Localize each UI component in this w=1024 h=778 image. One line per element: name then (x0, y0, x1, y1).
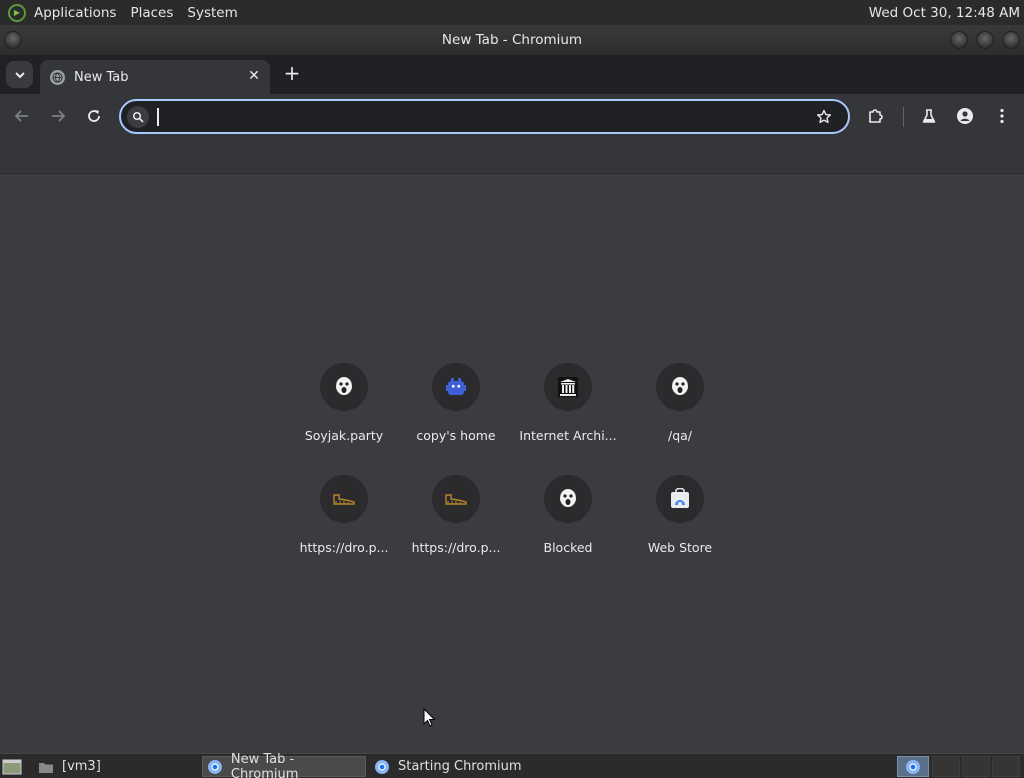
shoe-icon (432, 475, 480, 523)
taskbar-item-label: [vm3] (62, 759, 101, 774)
distro-logo-icon[interactable]: ▶ (8, 3, 26, 22)
labs-button[interactable] (917, 104, 941, 128)
bottom-taskbar: [vm3] New Tab - Chromium Starting Chromi… (0, 752, 1024, 778)
new-tab-button[interactable]: + (281, 61, 303, 85)
back-button[interactable] (10, 104, 34, 128)
taskbar-item-label: Starting Chromium (398, 759, 522, 774)
kebab-menu-icon (1000, 108, 1004, 124)
window-titlebar[interactable]: New Tab - Chromium (0, 25, 1024, 55)
forward-button[interactable] (46, 104, 70, 128)
taskbar-item-label: New Tab - Chromium (230, 751, 299, 778)
taskbar-item-starting-chromium[interactable]: Starting Chromium (372, 756, 532, 777)
soyjak-face-icon (656, 363, 704, 411)
chromium-icon (375, 759, 389, 774)
workspace-2-button[interactable] (932, 756, 960, 777)
arrow-left-icon (14, 110, 28, 122)
applications-menu[interactable]: Applications (34, 5, 116, 21)
shortcut-tile[interactable]: https://dro.p... (288, 472, 400, 584)
desktop-icon (2, 759, 22, 774)
reload-icon (88, 110, 100, 122)
taskbar-item-vm3[interactable]: [vm3] (38, 756, 198, 777)
show-desktop-button[interactable] (2, 756, 24, 777)
person-icon (957, 108, 973, 124)
puzzle-piece-icon (869, 109, 883, 123)
workspace-3-button[interactable] (962, 756, 990, 777)
shortcut-tile[interactable]: copy's home (400, 360, 512, 472)
search-icon (127, 106, 149, 128)
bookmark-star-icon[interactable] (814, 107, 834, 127)
shortcut-tile[interactable]: Web Store (624, 472, 736, 584)
chromium-icon (906, 759, 920, 774)
archive-building-icon (544, 363, 592, 411)
bookmarks-bar (0, 140, 1024, 174)
shortcut-label: Blocked (543, 540, 593, 555)
shortcut-label: Internet Archi... (519, 428, 617, 443)
arrow-right-icon (52, 110, 66, 122)
chromium-icon (207, 759, 222, 774)
shortcut-tile[interactable]: /qa/ (624, 360, 736, 472)
browser-toolbar (0, 94, 1024, 140)
close-window-button[interactable] (1002, 31, 1020, 49)
minimize-button[interactable] (950, 31, 968, 49)
tab-strip: New Tab ✕ + (0, 55, 1024, 94)
shortcut-grid: Soyjak.party copy's home Internet Archi.… (288, 360, 736, 584)
reload-button[interactable] (82, 104, 106, 128)
shoe-icon (320, 475, 368, 523)
chevron-down-icon (14, 71, 25, 78)
flask-icon (922, 109, 936, 123)
shortcut-tile[interactable]: Blocked (512, 472, 624, 584)
window-menu-button[interactable] (4, 31, 22, 49)
shortcut-label: https://dro.p... (411, 540, 501, 555)
maximize-button[interactable] (976, 31, 994, 49)
top-panel: ▶ Applications Places System Wed Oct 30,… (0, 0, 1024, 25)
shortcut-label: /qa/ (667, 428, 693, 443)
soyjak-face-icon (320, 363, 368, 411)
shortcut-label: Web Store (647, 540, 713, 555)
tab-search-button[interactable] (6, 61, 33, 88)
profile-button[interactable] (953, 104, 977, 128)
taskbar-item-new-tab-chromium[interactable]: New Tab - Chromium (202, 752, 366, 778)
new-tab-page: Soyjak.party copy's home Internet Archi.… (0, 175, 1024, 753)
system-menu[interactable]: System (187, 5, 237, 21)
shortcut-label: Soyjak.party (304, 428, 384, 443)
toolbar-separator (903, 107, 904, 127)
workspace-4-button[interactable] (992, 756, 1020, 777)
shortcut-label: copy's home (416, 428, 496, 443)
workspace-1-button[interactable] (897, 756, 929, 777)
panel-clock[interactable]: Wed Oct 30, 12:48 AM (869, 5, 1020, 21)
tab-new-tab[interactable]: New Tab ✕ (40, 60, 270, 94)
app-menu-button[interactable] (990, 104, 1014, 128)
places-menu[interactable]: Places (130, 5, 173, 21)
tab-title: New Tab (74, 69, 129, 85)
shortcut-tile[interactable]: Internet Archi... (512, 360, 624, 472)
mouse-cursor-icon (423, 708, 436, 727)
shortcut-label: https://dro.p... (299, 540, 389, 555)
globe-icon (50, 69, 65, 85)
address-bar[interactable] (119, 99, 850, 134)
window-title: New Tab - Chromium (441, 32, 583, 48)
address-input[interactable] (157, 105, 797, 129)
text-caret (157, 108, 159, 126)
folder-icon (39, 762, 53, 773)
shortcut-tile[interactable]: Soyjak.party (288, 360, 400, 472)
extensions-button[interactable] (864, 104, 888, 128)
shortcut-tile[interactable]: https://dro.p... (400, 472, 512, 584)
web-store-icon (656, 475, 704, 523)
close-tab-icon[interactable]: ✕ (246, 68, 262, 84)
pixel-monster-icon (432, 363, 480, 411)
soyjak-face-icon (544, 475, 592, 523)
